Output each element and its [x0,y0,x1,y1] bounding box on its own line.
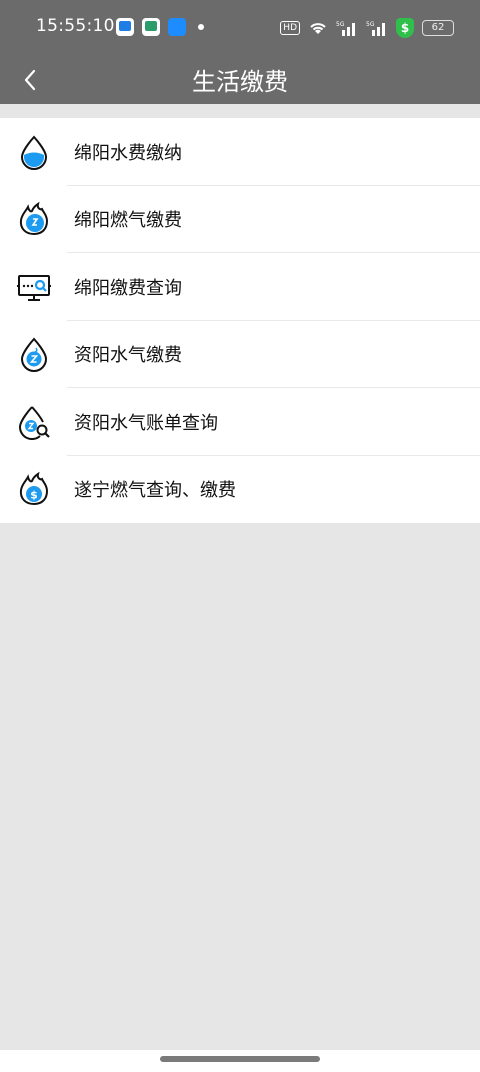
app-notification-icon [142,18,160,36]
list-item[interactable]: 绵阳燃气缴费 [0,186,480,253]
list-item-label: 遂宁燃气查询、缴费 [74,480,236,502]
water-drop-icon [20,135,48,170]
gas-flame-icon [19,201,49,236]
water-gas-icon [20,337,48,373]
security-shield-icon: $ [396,18,414,38]
status-right: HD 5G 5G $ 62 [280,18,454,38]
list-item-label: 绵阳燃气缴费 [74,210,182,232]
home-indicator[interactable] [160,1056,320,1062]
app-header: 生活缴费 [0,56,480,104]
status-time: 15:55:10 [36,16,115,36]
battery-icon: 62 [422,20,454,36]
list-item[interactable]: 资阳水气账单查询 [0,388,480,456]
list-item-label: 资阳水气账单查询 [74,412,218,434]
water-gas-search-icon [18,406,50,440]
service-list: 绵阳水费缴纳 绵阳燃气缴费 绵阳缴费查询 资阳水气缴费 资阳水气账单查询 $ 遂… [0,118,480,523]
svg-text:5G: 5G [366,21,375,28]
gas-dollar-icon: $ [19,471,49,506]
list-item[interactable]: 绵阳缴费查询 [0,253,480,321]
list-item-label: 绵阳水费缴纳 [74,142,182,164]
svg-text:$: $ [30,489,38,502]
list-item-label: 资阳水气缴费 [74,345,182,367]
signal-icon: 5G [336,21,355,36]
page-title: 生活缴费 [192,68,288,96]
status-app-icons [116,18,204,36]
list-item[interactable]: 绵阳水费缴纳 [0,118,480,186]
app-notification-icon [168,18,186,36]
app-notification-icon [116,18,134,36]
status-bar: 15:55:10 HD 5G 5G $ 62 [0,0,480,56]
svg-text:5G: 5G [336,21,345,28]
signal-icon: 5G [366,21,385,36]
hd-icon: HD [280,21,300,35]
list-item[interactable]: 资阳水气缴费 [0,321,480,388]
more-notifications-dot [198,24,204,30]
list-item-label: 绵阳缴费查询 [74,277,182,299]
list-item[interactable]: $ 遂宁燃气查询、缴费 [0,456,480,524]
wifi-icon [310,23,326,34]
monitor-search-icon [17,274,51,301]
